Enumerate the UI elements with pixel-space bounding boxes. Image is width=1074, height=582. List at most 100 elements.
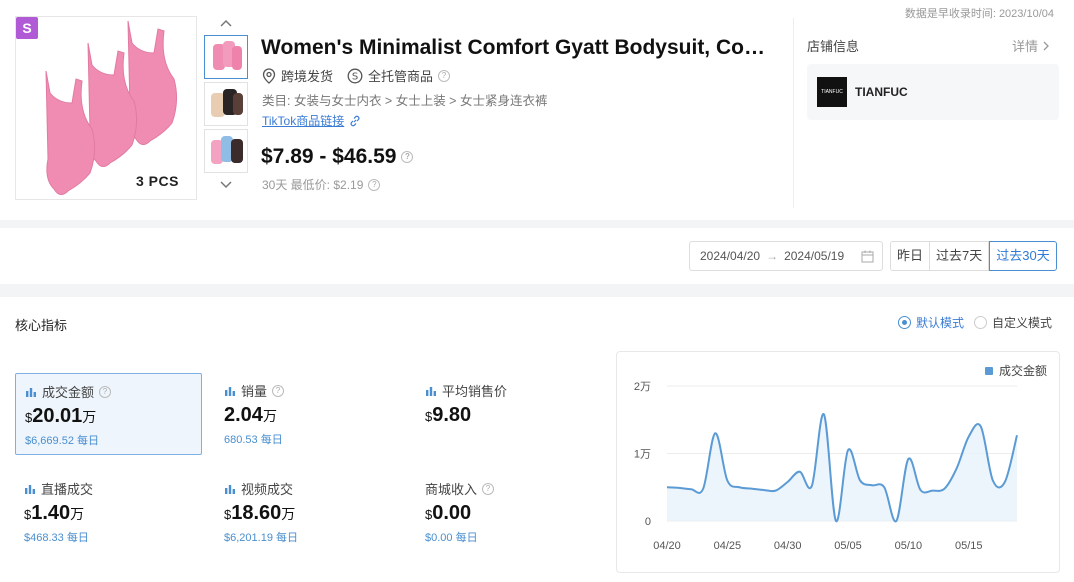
metric-label: 直播成交: [41, 482, 94, 497]
metric-card-sales[interactable]: 销量 ? 2.04万 680.53 每日: [215, 373, 402, 455]
chevron-right-icon[interactable]: [1042, 41, 1050, 51]
help-icon[interactable]: ?: [482, 482, 495, 495]
custom-mode-radio[interactable]: 自定义模式: [974, 314, 1052, 331]
product-panel: 数据是早收录时间: 2023/10/04 S 3 PCS Women's Min…: [0, 0, 1074, 220]
section-title: 核心指标: [15, 318, 68, 333]
shop-logo: TIANFUC: [817, 77, 847, 107]
date-arrow: →: [766, 249, 779, 263]
help-icon[interactable]: ?: [99, 385, 112, 398]
metric-value: $18.60万: [224, 502, 296, 524]
default-mode-label[interactable]: 默认模式: [916, 314, 964, 331]
x-tick-label: 04/25: [714, 540, 742, 552]
shop-card[interactable]: TIANFUC TIANFUC: [807, 64, 1059, 120]
product-meta-row: 跨境发货 S 全托管商品 ?: [262, 66, 464, 85]
managed-text: 全托管商品: [368, 69, 434, 84]
shop-name[interactable]: TIANFUC: [855, 85, 908, 99]
tiktok-product-link[interactable]: TikTok商品链接: [262, 112, 361, 129]
low-price-text: 30天 最低价: $2.19: [262, 178, 364, 192]
x-tick-label: 05/15: [955, 540, 983, 552]
metric-card-avg-price[interactable]: 平均销售价 $9.80: [416, 373, 603, 455]
metric-value: $20.01万: [25, 405, 97, 427]
svg-text:S: S: [352, 71, 358, 82]
product-title: Women's Minimalist Comfort Gyatt Bodysui…: [261, 36, 776, 59]
metric-label: 视频成交: [241, 482, 294, 497]
date-end[interactable]: 2024/05/19: [784, 249, 844, 263]
y-tick-label: 1万: [634, 449, 651, 461]
metric-card-gmv[interactable]: 成交金额 ? $20.01万 $6,669.52 每日: [15, 373, 202, 455]
x-tick-label: 04/30: [774, 540, 802, 552]
shipping-tag: 跨境发货: [262, 66, 333, 85]
shop-detail-link[interactable]: 详情: [1012, 36, 1050, 55]
date-start[interactable]: 2024/04/20: [700, 249, 760, 263]
custom-mode-label[interactable]: 自定义模式: [992, 314, 1052, 331]
lowest-price-30d: 30天 最低价: $2.19 ?: [262, 176, 381, 193]
record-time: 数据是早收录时间: 2023/10/04: [904, 8, 1054, 20]
thumbnail-black-beige[interactable]: [204, 82, 248, 126]
metric-label: 平均销售价: [442, 384, 508, 399]
metric-card-live[interactable]: 直播成交 $1.40万 $468.33 每日: [15, 471, 202, 553]
metric-daily: $468.33 每日: [24, 532, 89, 544]
shop-info-title: 店铺信息: [807, 39, 860, 54]
x-tick-label: 05/05: [834, 540, 862, 552]
bar-chart-icon: [25, 485, 35, 494]
s-badge: S: [16, 17, 38, 39]
bar-chart-icon: [225, 387, 235, 396]
chevron-down-icon[interactable]: [203, 176, 249, 194]
last-30-days-button[interactable]: 过去30天: [989, 241, 1057, 271]
x-tick-label: 04/20: [653, 540, 681, 552]
date-range-picker[interactable]: 2024/04/20 → 2024/05/19: [689, 241, 883, 271]
x-tick-label: 05/10: [895, 540, 923, 552]
price-text: $7.89 - $46.59: [261, 145, 397, 168]
mode-switch: 默认模式 自定义模式: [898, 314, 1062, 331]
thumbnail-pink[interactable]: [204, 35, 248, 79]
chart-canvas[interactable]: 0 1万 2万 04/20 04/25 04/30 05/05 05/10 05/15: [617, 352, 1061, 574]
thumbnail-multicolor[interactable]: [204, 129, 248, 173]
quick-range-buttons: 昨日 过去7天 过去30天: [890, 241, 1057, 271]
metric-daily: $6,669.52 每日: [25, 435, 99, 447]
tiktok-link-text[interactable]: TikTok商品链接: [262, 112, 344, 129]
radio-unchecked-icon[interactable]: [974, 316, 988, 329]
thumbnail-strip: [203, 14, 249, 210]
y-tick-label: 2万: [634, 381, 651, 393]
shipping-text: 跨境发货: [281, 69, 334, 84]
pcs-label: 3 PCS: [136, 173, 179, 189]
metric-value: 2.04万: [224, 404, 277, 426]
core-metrics-panel: 核心指标 默认模式 自定义模式 成交金额 ? $20.01万 $6,669.52…: [0, 297, 1074, 582]
metric-label: 销量: [241, 384, 268, 399]
metric-card-video[interactable]: 视频成交 $18.60万 $6,201.19 每日: [215, 471, 402, 553]
vertical-divider: [793, 18, 794, 208]
help-icon[interactable]: ?: [272, 384, 285, 397]
bar-chart-icon: [225, 485, 235, 494]
metric-daily: 680.53 每日: [224, 434, 283, 446]
series-area: [667, 413, 1017, 522]
managed-tag: S 全托管商品 ?: [347, 66, 451, 85]
metric-label: 成交金额: [42, 385, 95, 400]
metric-value: $0.00: [425, 502, 472, 524]
bar-chart-icon: [26, 388, 36, 397]
product-main-image[interactable]: S 3 PCS: [15, 16, 197, 200]
default-mode-radio[interactable]: 默认模式: [898, 314, 964, 331]
category-path: 类目: 女装与女士内衣 > 女士上装 > 女士紧身连衣裤: [262, 94, 548, 108]
dollar-circle-icon: S: [347, 68, 363, 83]
yesterday-button[interactable]: 昨日: [890, 241, 931, 271]
last-7-days-button[interactable]: 过去7天: [930, 241, 990, 271]
gmv-trend-chart[interactable]: 成交金额 0 1万 2万 04/20 04/25 04/30 05/05 05/10 05/15: [616, 351, 1060, 573]
metric-label: 商城收入: [425, 482, 478, 497]
metric-card-mall[interactable]: 商城收入 ? $0.00 $0.00 每日: [416, 471, 603, 553]
help-icon[interactable]: ?: [368, 178, 381, 191]
help-icon[interactable]: ?: [438, 69, 451, 82]
location-pin-icon: [262, 67, 276, 84]
metric-value: $9.80: [425, 404, 472, 426]
chevron-up-icon[interactable]: [203, 14, 249, 32]
date-filter-panel: 2024/04/20 → 2024/05/19 昨日 过去7天 过去30天: [0, 228, 1074, 284]
calendar-icon[interactable]: [861, 250, 874, 263]
price-range: $7.89 - $46.59 ?: [261, 145, 414, 169]
link-icon[interactable]: [349, 115, 361, 127]
radio-checked-icon[interactable]: [898, 316, 911, 329]
shop-detail-text[interactable]: 详情: [1012, 39, 1038, 54]
help-icon[interactable]: ?: [401, 151, 414, 163]
metric-daily: $0.00 每日: [425, 532, 478, 544]
metric-value: $1.40万: [24, 502, 85, 524]
y-tick-label: 0: [645, 516, 651, 528]
metric-daily: $6,201.19 每日: [224, 532, 298, 544]
